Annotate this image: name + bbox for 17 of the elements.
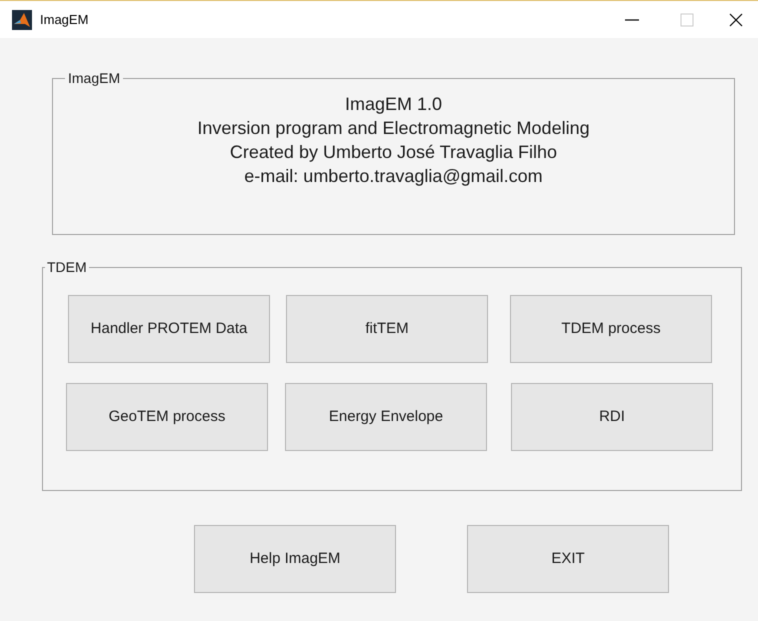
push-button[interactable]: TDEM process <box>510 295 712 363</box>
about-text: Created by Umberto José Travaglia Filho <box>230 141 558 164</box>
push-button[interactable]: Help ImagEM <box>194 525 396 593</box>
window-title: ImagEM <box>40 10 88 29</box>
push-button[interactable]: EXIT <box>467 525 669 593</box>
push-button[interactable]: fitTEM <box>286 295 488 363</box>
about-text: e-mail: umberto.travaglia@gmail.com <box>244 165 543 188</box>
push-button[interactable]: Handler PROTEM Data <box>68 295 270 363</box>
group-title: TDEM <box>46 259 88 275</box>
about-text: Inversion program and Electromagnetic Modeling <box>197 117 590 140</box>
close-icon[interactable] <box>728 12 744 28</box>
about-text: ImagEM 1.0 <box>344 93 442 116</box>
app-icon <box>12 10 32 30</box>
group-title: ImagEM <box>67 70 122 86</box>
push-button[interactable]: GeoTEM process <box>66 383 268 451</box>
push-button[interactable]: Energy Envelope <box>285 383 487 451</box>
push-button[interactable]: RDI <box>511 383 713 451</box>
